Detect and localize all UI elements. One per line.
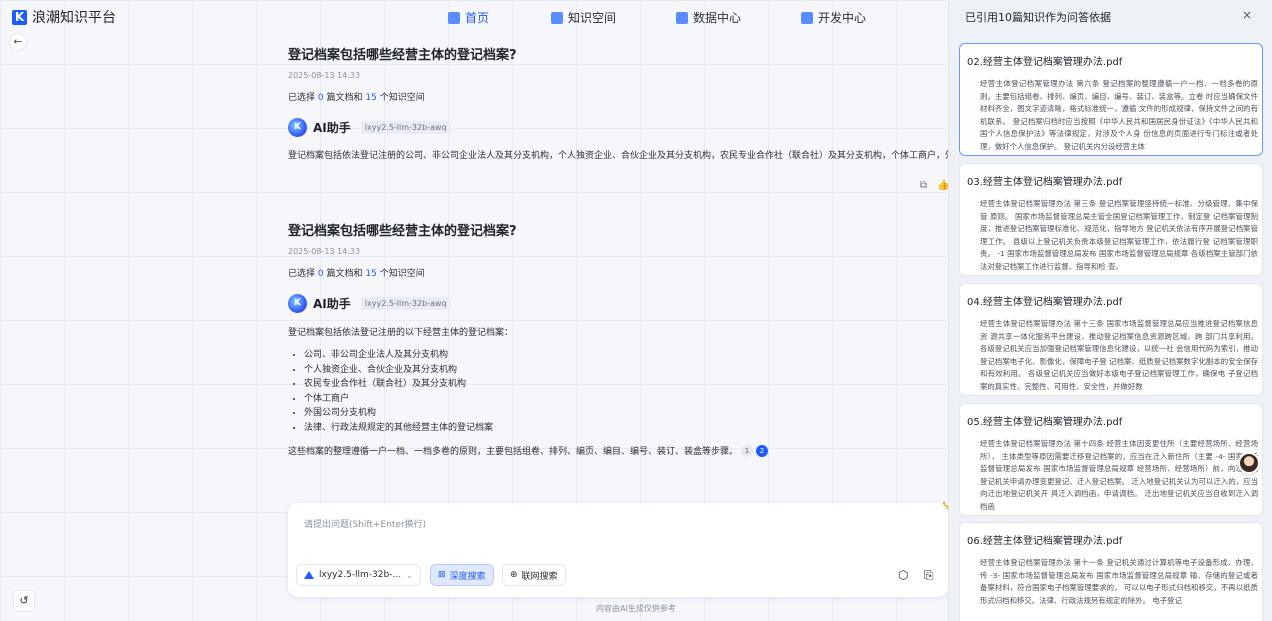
deep-search-toggle[interactable]: ⊠ 深度搜索 — [430, 564, 494, 586]
list-item: 个体工商户 — [304, 392, 948, 407]
nav-dev-center[interactable]: 开发中心 — [801, 9, 866, 26]
list-item: 法律、行政法规规定的其他经营主体的登记档案 — [304, 421, 948, 436]
panel-title: 已引用10篇知识作为问答依据 — [965, 11, 1111, 24]
nav-data-label: 数据中心 — [693, 11, 742, 25]
ai-name: AI助手 — [313, 121, 351, 135]
citation-badge[interactable]: 1 — [741, 445, 754, 458]
close-icon[interactable]: × — [1242, 8, 1252, 22]
back-button[interactable]: ← — [9, 33, 27, 51]
top-bar: K 浪潮知识平台 首页 知识空间 数据中心 开发中心 — [0, 0, 948, 34]
question-time: 2025-08-13 14:33 — [288, 71, 361, 80]
knowledge-icon — [551, 11, 564, 24]
question-scope: 已选择 0 篇文档和 15 个知识空间 — [288, 269, 425, 279]
nav-home-label: 首页 — [465, 11, 490, 25]
home-icon — [448, 11, 460, 24]
ai-name: AI助手 — [313, 297, 351, 311]
chat-input[interactable]: 请提出问题(Shift+Enter换行) — [304, 517, 426, 530]
reference-card[interactable]: 03.经营主体登记档案管理办法.pdf 经营主体登记档案管理办法 第三条 登记档… — [959, 163, 1263, 276]
question-scope: 已选择 0 篇文档和 15 个知识空间 — [288, 93, 425, 103]
arrow-left-icon: ← — [13, 35, 23, 48]
reference-title: 04.经营主体登记档案管理办法.pdf — [967, 297, 1123, 308]
app-name: 浪潮知识平台 — [32, 10, 116, 26]
reference-title: 05.经营主体登记档案管理办法.pdf — [967, 417, 1123, 428]
answer-intro: 登记档案包括依法登记注册的以下经营主体的登记档案： — [288, 328, 514, 338]
assistant-avatar[interactable] — [1238, 452, 1260, 474]
reference-excerpt: 经营主体登记档案管理办法 第十三条 国家市场监督管理总局应当推进登记档案信息资 … — [980, 319, 1258, 391]
nav-knowledge-label: 知识空间 — [568, 11, 617, 25]
model-selector[interactable]: lxyy2.5-llm-32b-... ⌄ — [296, 564, 421, 586]
message-block-2: 登记档案包括哪些经营主体的登记档案? 2025-08-13 14:33 已选择 … — [288, 220, 949, 513]
copy-icon[interactable]: ⧉ — [918, 180, 929, 191]
layers-icon — [801, 11, 814, 24]
cube-icon[interactable]: ⬡ — [898, 568, 908, 582]
data-icon — [676, 11, 689, 24]
model-tag: lxyy2.5-llm-32b-awq — [360, 121, 451, 134]
reference-card[interactable]: 02.经营主体登记档案管理办法.pdf 经营主体登记档案管理办法 第六条 登记档… — [959, 43, 1263, 156]
citation-badge[interactable]: 2 — [756, 445, 769, 458]
list-item: 个人独资企业、合伙企业及其分支机构 — [304, 363, 948, 378]
deep-search-icon: ⊠ — [438, 570, 446, 580]
nav-dev-label: 开发中心 — [818, 11, 867, 25]
nav-home[interactable]: 首页 — [448, 9, 489, 26]
chevron-down-icon: ⌄ — [406, 570, 413, 580]
list-item: 农民专业合作社（联合社）及其分支机构 — [304, 377, 948, 392]
main-nav: 首页 知识空间 数据中心 开发中心 — [448, 9, 866, 26]
thumbs-up-icon[interactable]: 👍 — [937, 180, 949, 191]
logo-icon: K — [12, 9, 27, 25]
ai-disclaimer: 内容由AI生成仅供参考 — [596, 604, 676, 613]
history-button[interactable]: ↺ — [13, 590, 35, 612]
ai-avatar-icon: K — [288, 118, 307, 137]
reference-excerpt: 经营主体登记档案管理办法 第三条 登记档案管理坚持统一标准、分级管理、集中保管 … — [980, 199, 1258, 271]
list-item: 外国公司分支机构 — [304, 406, 948, 421]
reference-card[interactable]: 04.经营主体登记档案管理办法.pdf 经营主体登记档案管理办法 第十三条 国家… — [959, 283, 1263, 396]
reference-excerpt: 经营主体登记档案管理办法 第六条 登记档案的整理遵循一户一档、一档多卷的原则。主… — [980, 79, 1258, 151]
reference-excerpt: 经营主体登记档案管理办法 第十一条 登记机关通过计算机等电子设备形成、办理、传 … — [980, 558, 1258, 605]
ai-header: K AI助手 lxyy2.5-llm-32b-awq — [288, 294, 948, 313]
list-item: 公司、非公司企业法人及其分支机构 — [304, 348, 948, 363]
web-search-toggle[interactable]: ⊕ 联网搜索 — [502, 564, 566, 586]
web-search-label: 联网搜索 — [521, 571, 558, 582]
question-title: 登记档案包括哪些经营主体的登记档案? — [288, 224, 517, 239]
question-title: 登记档案包括哪些经营主体的登记档案? — [288, 48, 517, 63]
globe-icon: ⊕ — [510, 570, 518, 580]
answer-list: 公司、非公司企业法人及其分支机构 个人独资企业、合伙企业及其分支机构 农民专业合… — [304, 348, 948, 436]
nav-knowledge-space[interactable]: 知识空间 — [551, 9, 616, 26]
attachment-icon[interactable]: ⎘ — [924, 568, 934, 583]
reference-excerpt: 经营主体登记档案管理办法 第十四条 经营主体因变更住所（主要经营场所、经营场所）… — [980, 439, 1258, 511]
answer-actions: ⧉ 👍 — [918, 180, 950, 191]
message-block-1: 登记档案包括哪些经营主体的登记档案? 2025-08-13 14:33 已选择 … — [288, 44, 949, 191]
reference-card[interactable]: 05.经营主体登记档案管理办法.pdf 经营主体登记档案管理办法 第十四条 经营… — [959, 403, 1263, 516]
chat-input-box[interactable]: 请提出问题(Shift+Enter换行) lxyy2.5-llm-32b-...… — [288, 503, 948, 597]
app-logo[interactable]: K 浪潮知识平台 — [12, 7, 116, 27]
ai-header: K AI助手 lxyy2.5-llm-32b-awq — [288, 118, 948, 137]
answer-outro: 这些档案的整理遵循一户一档、一档多卷的原则，主要包括组卷、排列、编页、编目、编号… — [288, 445, 948, 460]
nav-data-center[interactable]: 数据中心 — [676, 9, 741, 26]
model-logo-icon — [304, 571, 314, 579]
reference-title: 03.经营主体登记档案管理办法.pdf — [967, 177, 1123, 188]
ai-avatar-icon: K — [288, 294, 307, 313]
reference-panel: 已引用10篇知识作为问答依据 × 02.经营主体登记档案管理办法.pdf 经营主… — [948, 0, 1272, 621]
question-time: 2025-08-13 14:33 — [288, 247, 361, 256]
reference-title: 02.经营主体登记档案管理办法.pdf — [967, 57, 1123, 68]
reference-card[interactable]: 06.经营主体登记档案管理办法.pdf 经营主体登记档案管理办法 第十一条 登记… — [959, 522, 1263, 621]
deep-search-label: 深度搜索 — [449, 571, 486, 582]
model-selector-label: lxyy2.5-llm-32b-... — [319, 570, 402, 580]
model-tag: lxyy2.5-llm-32b-awq — [360, 297, 451, 310]
answer-text: 登记档案包括依法登记注册的公司、非公司企业法人及其分支机构，个人独资企业、合伙企… — [288, 148, 948, 164]
reference-title: 06.经营主体登记档案管理办法.pdf — [967, 536, 1123, 547]
history-icon: ↺ — [19, 594, 29, 607]
